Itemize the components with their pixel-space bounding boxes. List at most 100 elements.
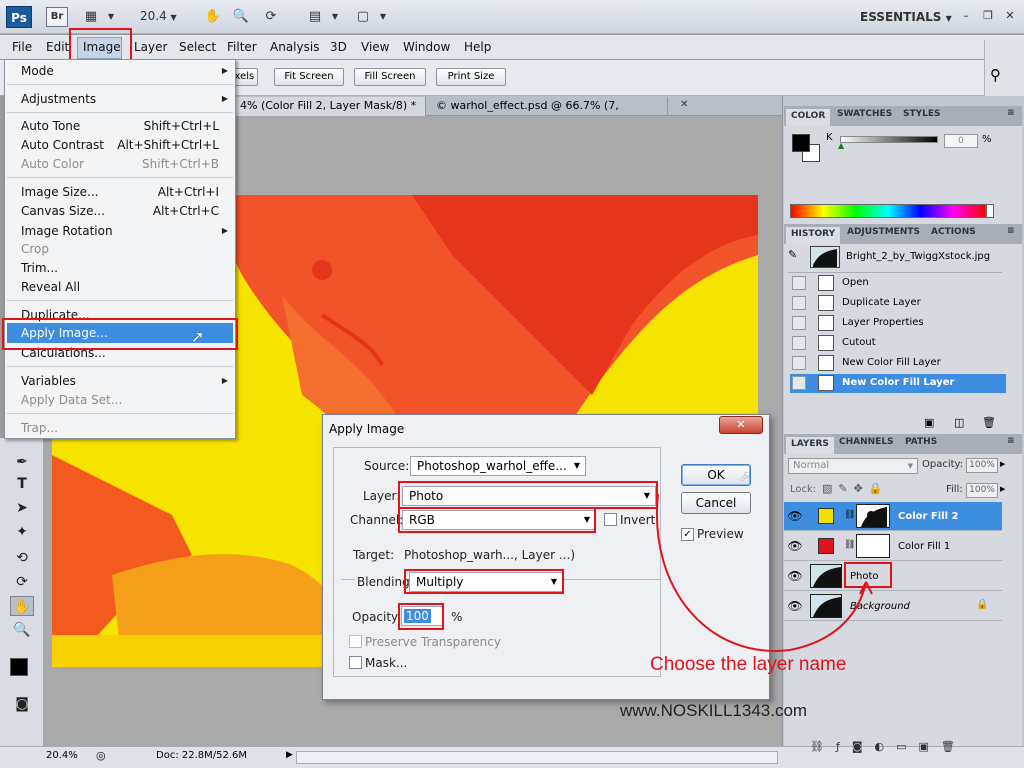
tab-actions[interactable]: ACTIONS bbox=[926, 227, 981, 237]
screen-mode-icon[interactable]: ▢ bbox=[354, 8, 372, 26]
history-state[interactable]: Open bbox=[790, 274, 1006, 293]
color-ramp[interactable] bbox=[790, 204, 986, 218]
quick-mask-icon[interactable]: ◙ bbox=[10, 694, 34, 714]
3d-rotate-tool-icon[interactable]: ⟲ bbox=[10, 548, 34, 568]
snapshot-brush-icon[interactable]: ✎ bbox=[788, 248, 802, 262]
panel-menu-icon[interactable]: ≡ bbox=[1002, 226, 1020, 236]
menu-item-image-rotation[interactable]: Image Rotation bbox=[21, 224, 113, 238]
layer-name[interactable]: Color Fill 1 bbox=[898, 541, 950, 552]
workspace-switcher[interactable]: ESSENTIALS ▼ bbox=[860, 10, 952, 24]
menu-item-variables[interactable]: Variables bbox=[21, 374, 76, 388]
menu-select[interactable]: Select bbox=[179, 40, 216, 54]
menu-item-auto-tone[interactable]: Auto Tone bbox=[21, 119, 80, 133]
bridge-button[interactable]: Br bbox=[46, 7, 68, 27]
menu-item-mode[interactable]: Mode bbox=[21, 64, 54, 78]
tab-adjustments[interactable]: ADJUSTMENTS bbox=[842, 227, 925, 237]
white-swatch[interactable] bbox=[986, 204, 994, 218]
layer-name[interactable]: Color Fill 2 bbox=[898, 511, 958, 522]
menu-item-image-size[interactable]: Image Size... bbox=[21, 185, 98, 199]
blend-mode-select[interactable]: Normal ▼ bbox=[788, 458, 918, 474]
menu-analysis[interactable]: Analysis bbox=[270, 40, 319, 54]
layer-footer-icons[interactable]: ⛓ƒ◙◐▭▣🗑 bbox=[810, 740, 967, 753]
status-menu-icon[interactable]: ◎ bbox=[96, 749, 106, 762]
custom-shape-tool-icon[interactable]: ✦ bbox=[10, 522, 34, 542]
zoom-tool-icon[interactable]: 🔍 bbox=[232, 8, 250, 26]
tab-channels[interactable]: CHANNELS bbox=[834, 437, 899, 447]
menu-file[interactable]: File bbox=[12, 40, 32, 54]
menu-edit[interactable]: Edit bbox=[46, 40, 69, 54]
fill-input[interactable]: 100% bbox=[966, 483, 998, 498]
slider-thumb-icon[interactable]: ▲ bbox=[838, 141, 844, 150]
close-icon[interactable]: ✕ bbox=[680, 99, 688, 110]
fit-screen-button[interactable]: Fit Screen bbox=[274, 68, 344, 86]
create-snapshot-icon[interactable]: ◫ bbox=[954, 416, 964, 429]
menu-item-trim[interactable]: Trim... bbox=[21, 261, 58, 275]
opacity-input[interactable]: 100% bbox=[966, 458, 998, 473]
hand-tool-icon[interactable]: ✋ bbox=[204, 8, 222, 26]
menu-view[interactable]: View bbox=[361, 40, 389, 54]
opacity-arrow-icon[interactable]: ▶ bbox=[1000, 460, 1005, 468]
source-select[interactable]: Photoshop_warhol_effe... ▼ bbox=[410, 456, 586, 476]
history-state[interactable]: New Color Fill Layer bbox=[790, 354, 1006, 373]
foreground-color-swatch[interactable] bbox=[792, 134, 810, 152]
arrange-documents-icon[interactable]: ▤ bbox=[306, 8, 324, 26]
history-state-active[interactable]: New Color Fill Layer bbox=[790, 374, 1006, 393]
tab-paths[interactable]: PATHS bbox=[900, 437, 942, 447]
menu-filter[interactable]: Filter bbox=[227, 40, 257, 54]
menu-item-reveal-all[interactable]: Reveal All bbox=[21, 280, 80, 294]
preserve-transparency-checkbox[interactable] bbox=[349, 635, 362, 648]
trash-icon[interactable]: 🗑 bbox=[982, 416, 996, 429]
path-selection-tool-icon[interactable]: ➤ bbox=[10, 498, 34, 518]
panel-menu-icon[interactable]: ≡ bbox=[1002, 436, 1020, 446]
mask-checkbox[interactable] bbox=[349, 656, 362, 669]
fill-arrow-icon[interactable]: ▶ bbox=[1000, 485, 1005, 493]
menu-item-auto-color[interactable]: Auto Color bbox=[21, 157, 84, 171]
3d-orbit-tool-icon[interactable]: ⟳ bbox=[10, 572, 34, 592]
zoom-level-select[interactable]: 20.4 ▼ bbox=[140, 9, 177, 23]
horizontal-scrollbar[interactable] bbox=[296, 751, 778, 764]
menu-item-trap[interactable]: Trap... bbox=[21, 421, 58, 435]
hand-tool-icon[interactable]: ✋ bbox=[10, 596, 34, 616]
view-extras-icon[interactable]: ▦ bbox=[82, 8, 100, 26]
tool-preset-icon[interactable]: ⚲ bbox=[990, 66, 1001, 84]
snapshot-thumbnail[interactable] bbox=[810, 246, 840, 268]
fill-screen-button[interactable]: Fill Screen bbox=[354, 68, 426, 86]
menu-item-canvas-size[interactable]: Canvas Size... bbox=[21, 204, 105, 218]
new-document-from-state-icon[interactable]: ▣ bbox=[924, 416, 934, 429]
menu-help[interactable]: Help bbox=[464, 40, 491, 54]
menu-item-auto-contrast[interactable]: Auto Contrast bbox=[21, 138, 104, 152]
menu-item-crop[interactable]: Crop bbox=[21, 242, 49, 256]
zoom-tool-icon[interactable]: 🔍 bbox=[10, 620, 34, 640]
menu-item-apply-data-set[interactable]: Apply Data Set... bbox=[21, 393, 122, 407]
tab-warhol-effect[interactable]: © warhol_effect.psd @ 66.7% (7, RGB/8#) bbox=[432, 97, 668, 130]
tab-layers[interactable]: LAYERS bbox=[786, 437, 834, 454]
status-zoom[interactable]: 20.4% bbox=[46, 750, 78, 761]
foreground-color-swatch[interactable] bbox=[10, 658, 28, 676]
invert-checkbox[interactable] bbox=[604, 513, 617, 526]
history-state[interactable]: Layer Properties bbox=[790, 314, 1006, 333]
panel-menu-icon[interactable]: ≡ bbox=[1002, 108, 1020, 118]
tab-color[interactable]: COLOR bbox=[786, 109, 831, 126]
k-slider[interactable] bbox=[840, 136, 938, 143]
menu-3d[interactable]: 3D bbox=[330, 40, 347, 54]
pen-tool-icon[interactable]: ✒ bbox=[10, 452, 34, 472]
history-state[interactable]: Duplicate Layer bbox=[790, 294, 1006, 313]
chevron-down-icon[interactable]: ▼ bbox=[102, 8, 120, 26]
history-state[interactable]: Cutout bbox=[790, 334, 1006, 353]
type-tool-icon[interactable]: T bbox=[10, 474, 34, 494]
close-icon[interactable]: ✕ bbox=[719, 416, 763, 434]
chevron-down-icon[interactable]: ▼ bbox=[326, 8, 344, 26]
snapshot-name[interactable]: Bright_2_by_TwiggXstock.jpg bbox=[846, 251, 990, 262]
menu-window[interactable]: Window bbox=[403, 40, 450, 54]
menu-item-adjustments[interactable]: Adjustments bbox=[21, 92, 96, 106]
restore-icon[interactable]: ❐ bbox=[980, 8, 996, 24]
tab-styles[interactable]: STYLES bbox=[898, 109, 946, 119]
minimize-icon[interactable]: – bbox=[958, 8, 974, 24]
chevron-down-icon[interactable]: ▼ bbox=[374, 8, 392, 26]
rotate-view-icon[interactable]: ⟳ bbox=[262, 8, 280, 26]
status-arrow-icon[interactable]: ▶ bbox=[286, 750, 293, 760]
k-value-input[interactable]: 0 bbox=[944, 134, 978, 148]
print-size-button[interactable]: Print Size bbox=[436, 68, 506, 86]
menu-layer[interactable]: Layer bbox=[134, 40, 167, 54]
tab-swatches[interactable]: SWATCHES bbox=[832, 109, 897, 119]
